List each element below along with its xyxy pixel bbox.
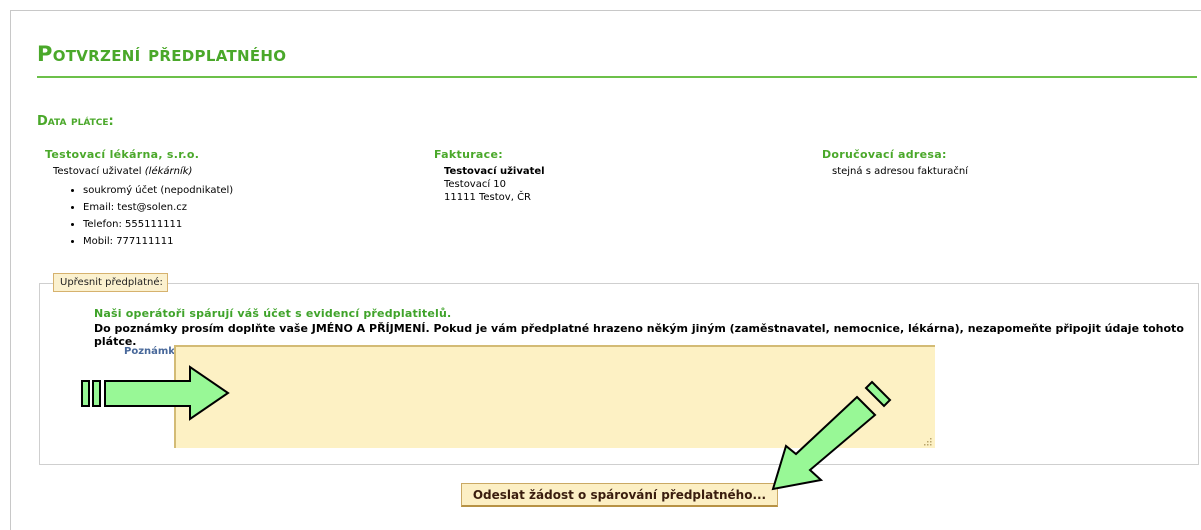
billing-address: Testovací uživatel Testovací 10 11111 Te… bbox=[444, 165, 545, 204]
delivery-text: stejná s adresou fakturační bbox=[832, 166, 969, 177]
billing-city: 11111 Testov, ČR bbox=[444, 192, 532, 203]
list-item: Email: test@solen.cz bbox=[83, 199, 233, 216]
payer-name: Testovací lékárna, s.r.o. bbox=[45, 148, 200, 161]
payer-section-title: Data plátce: bbox=[37, 114, 114, 129]
list-item: soukromý účet (nepodnikatel) bbox=[83, 182, 233, 199]
payer-user-name: Testovací uživatel bbox=[53, 166, 142, 177]
operator-info: Naši operátoři spárují váš účet s eviden… bbox=[94, 307, 452, 320]
payer-user-role: (lékárník) bbox=[144, 166, 193, 177]
note-textarea[interactable] bbox=[174, 345, 935, 448]
page-title: Potvrzení předplatného bbox=[37, 42, 287, 66]
resize-grip-icon[interactable] bbox=[922, 436, 932, 446]
billing-heading: Fakturace: bbox=[434, 148, 503, 161]
list-item: Mobil: 777111111 bbox=[83, 233, 233, 250]
payer-user: Testovací uživatel (lékárník) bbox=[53, 165, 192, 178]
submit-pairing-button[interactable]: Odeslat žádost o spárování předplatného.… bbox=[461, 483, 778, 507]
billing-name: Testovací uživatel bbox=[444, 166, 545, 177]
refine-legend: Upřesnit předplatné: bbox=[53, 273, 168, 292]
list-item: Telefon: 555111111 bbox=[83, 216, 233, 233]
payer-details-list: soukromý účet (nepodnikatel) Email: test… bbox=[55, 182, 233, 250]
title-divider bbox=[37, 76, 1197, 78]
billing-street: Testovací 10 bbox=[444, 179, 507, 190]
delivery-heading: Doručovací adresa: bbox=[822, 148, 947, 161]
